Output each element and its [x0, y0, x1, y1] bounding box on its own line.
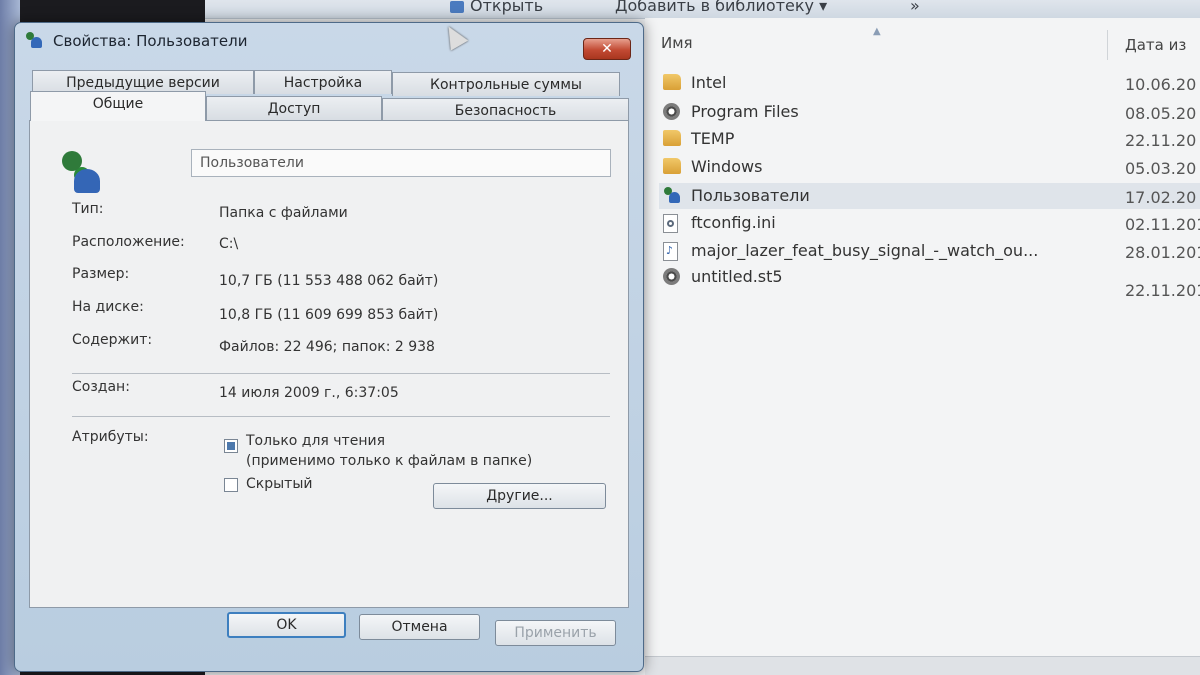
file-row-ftconfig[interactable]: ftconfig.ini 02.11.201 — [659, 210, 1200, 236]
column-name[interactable]: Имя — [661, 34, 693, 52]
type-value: Папка с файлами — [219, 205, 348, 221]
file-name: ftconfig.ini — [691, 213, 776, 232]
tab-sharing[interactable]: Доступ — [206, 96, 382, 120]
tab-security[interactable]: Безопасность — [382, 98, 629, 122]
file-name: major_lazer_feat_busy_signal_-_watch_ou.… — [691, 241, 1039, 260]
properties-dialog: Свойства: Пользователи ✕ Предыдущие верс… — [14, 22, 644, 672]
ok-button[interactable]: OK — [227, 612, 346, 638]
readonly-note: (применимо только к файлам в папке) — [246, 453, 533, 469]
column-divider[interactable] — [1107, 30, 1108, 60]
location-label: Расположение: — [72, 234, 185, 250]
cancel-button[interactable]: Отмена — [359, 614, 480, 640]
divider — [72, 416, 610, 417]
config-file-icon — [663, 214, 678, 233]
hidden-label: Скрытый — [246, 476, 313, 492]
disk-size-label: На диске: — [72, 299, 144, 315]
created-label: Создан: — [72, 379, 130, 395]
add-to-library-label: Добавить в библиотеку — [615, 0, 814, 15]
file-row-major-lazer[interactable]: major_lazer_feat_busy_signal_-_watch_ou.… — [659, 238, 1200, 264]
horizontal-scrollbar[interactable] — [645, 656, 1200, 675]
close-button[interactable]: ✕ — [583, 38, 631, 60]
disc-icon — [663, 103, 680, 120]
file-date: 28.01.201 — [1125, 243, 1200, 262]
type-label: Тип: — [72, 201, 104, 217]
file-row-untitled[interactable]: untitled.st5 22.11.201 — [659, 264, 1200, 300]
add-to-library-button[interactable]: Добавить в библиотеку ▾ — [615, 0, 827, 15]
size-label: Размер: — [72, 266, 130, 282]
users-folder-icon — [60, 151, 104, 195]
contains-value: Файлов: 22 496; папок: 2 938 — [219, 339, 435, 355]
column-headers: ▲ Имя Дата из — [645, 26, 1200, 60]
tab-checksums[interactable]: Контрольные суммы — [392, 72, 620, 96]
users-icon — [663, 187, 681, 203]
general-tab-panel: Тип: Папка с файлами Расположение: C:\ Р… — [29, 120, 629, 608]
open-button[interactable]: Открыть — [450, 0, 543, 15]
file-row-users[interactable]: Пользователи 17.02.20 — [659, 183, 1200, 209]
file-date: 17.02.20 — [1125, 188, 1197, 207]
file-date: 02.11.201 — [1125, 215, 1200, 234]
file-name: TEMP — [691, 129, 735, 148]
file-name: Program Files — [691, 102, 799, 121]
hidden-checkbox[interactable] — [224, 478, 238, 492]
sort-arrow-icon: ▲ — [873, 26, 881, 37]
open-label: Открыть — [470, 0, 544, 15]
file-row-temp[interactable]: TEMP 22.11.20 — [659, 126, 1200, 152]
size-value: 10,7 ГБ (11 553 488 062 байт) — [219, 273, 439, 289]
column-date[interactable]: Дата из — [1125, 36, 1186, 54]
tab-general[interactable]: Общие — [30, 91, 206, 121]
file-name: untitled.st5 — [691, 267, 783, 286]
file-row-program-files[interactable]: Program Files 08.05.20 — [659, 99, 1200, 125]
other-attributes-button[interactable]: Другие... — [433, 483, 606, 509]
file-list: ▲ Имя Дата из Intel 10.06.20 Program Fil… — [645, 18, 1200, 657]
folder-name-input[interactable] — [191, 149, 611, 177]
file-row-windows[interactable]: Windows 05.03.20 — [659, 154, 1200, 180]
file-date: 22.11.201 — [1125, 281, 1200, 300]
file-name: Intel — [691, 73, 727, 92]
folder-icon — [663, 74, 681, 90]
contains-label: Содержит: — [72, 332, 153, 348]
readonly-label: Только для чтения — [246, 433, 386, 449]
chevron-down-icon: ▾ — [819, 0, 828, 15]
users-icon — [25, 32, 45, 52]
more-commands-button[interactable]: » — [910, 0, 920, 15]
readonly-checkbox[interactable] — [224, 439, 238, 453]
explorer-toolbar: Открыть Добавить в библиотеку ▾ » — [205, 0, 1200, 19]
file-name: Пользователи — [691, 186, 810, 205]
file-date: 10.06.20 — [1125, 75, 1197, 94]
folder-icon — [663, 158, 681, 174]
file-date: 08.05.20 — [1125, 104, 1197, 123]
location-value: C:\ — [219, 236, 239, 252]
created-value: 14 июля 2009 г., 6:37:05 — [219, 385, 399, 401]
file-date: 22.11.20 — [1125, 131, 1197, 150]
file-date: 05.03.20 — [1125, 159, 1197, 178]
divider — [72, 373, 610, 374]
open-icon — [450, 0, 464, 13]
audio-file-icon — [663, 242, 678, 261]
disc-icon — [663, 268, 680, 285]
attributes-label: Атрибуты: — [72, 429, 149, 445]
apply-button[interactable]: Применить — [495, 620, 616, 646]
file-name: Windows — [691, 157, 763, 176]
disk-size-value: 10,8 ГБ (11 609 699 853 байт) — [219, 307, 439, 323]
dialog-title: Свойства: Пользователи — [53, 32, 248, 50]
file-row-intel[interactable]: Intel 10.06.20 — [659, 70, 1200, 96]
folder-icon — [663, 130, 681, 146]
tab-customize[interactable]: Настройка — [254, 70, 392, 94]
